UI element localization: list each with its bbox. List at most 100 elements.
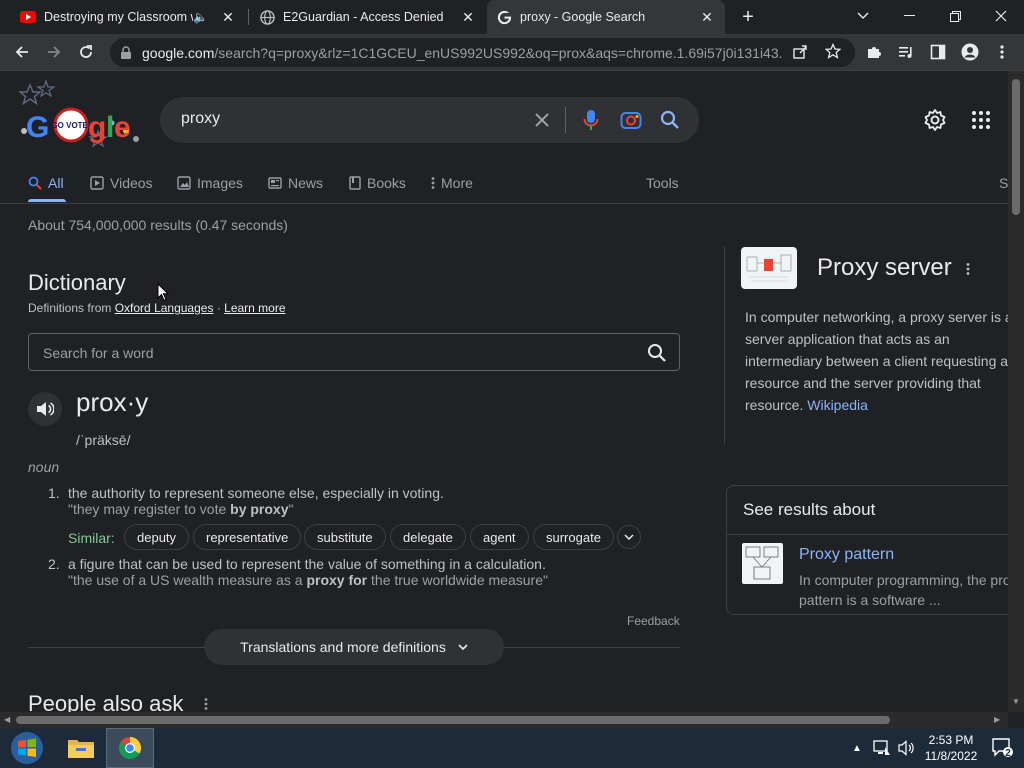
tab-books[interactable]: Books	[349, 173, 406, 193]
profile-avatar-icon[interactable]	[956, 38, 984, 66]
action-center-icon[interactable]: 2	[990, 728, 1016, 768]
definition-text: a figure that can be used to represent t…	[68, 556, 546, 572]
horizontal-scroll-thumb[interactable]	[16, 716, 890, 724]
pronunciation-speaker-button[interactable]	[28, 392, 62, 426]
tab-news[interactable]: News	[268, 173, 323, 193]
extensions-puzzle-icon[interactable]	[860, 38, 888, 66]
tab-images[interactable]: Images	[177, 173, 243, 193]
lens-camera-icon[interactable]	[619, 108, 643, 132]
address-bar[interactable]: google.com/search?q=proxy&rlz=1C1GCEU_en…	[110, 38, 855, 67]
knowledge-panel-title: Proxy server	[817, 254, 952, 281]
example-bold: by proxy	[230, 501, 289, 517]
system-clock[interactable]: 2:53 PM 11/8/2022	[918, 732, 984, 764]
definition-text: the authority to represent someone else,…	[68, 485, 444, 501]
learn-more-link[interactable]: Learn more	[224, 301, 285, 315]
lock-icon[interactable]	[120, 45, 132, 60]
scroll-left-arrow-icon[interactable]: ◀	[4, 715, 10, 724]
safesearch-button[interactable]: S	[999, 173, 1008, 193]
dictionary-source: Definitions from Oxford Languages · Lear…	[28, 301, 286, 315]
reload-button[interactable]	[72, 38, 100, 66]
tab-label: Books	[367, 175, 406, 191]
chrome-taskbar-button[interactable]	[106, 728, 154, 768]
translations-more-definitions-button[interactable]: Translations and more definitions	[204, 629, 504, 665]
tab-more[interactable]: More	[431, 173, 473, 193]
file-explorer-taskbar-button[interactable]	[58, 728, 104, 768]
definition-example: "the use of a US wealth measure as a pro…	[68, 572, 548, 588]
horizontal-scrollbar[interactable]: ◀ ▶	[0, 712, 1008, 728]
similar-chip[interactable]: agent	[470, 524, 529, 550]
scroll-down-arrow-icon[interactable]: ▼	[1012, 697, 1020, 706]
share-icon[interactable]	[792, 44, 808, 65]
tab-label: More	[441, 175, 473, 191]
definitions-from-text: Definitions from	[28, 301, 112, 315]
network-icon[interactable]	[872, 728, 892, 768]
similar-chip[interactable]: surrogate	[533, 524, 614, 550]
tab-e2guardian[interactable]: E2Guardian - Access Denied ✕	[250, 0, 486, 34]
close-tab-icon[interactable]: ✕	[460, 9, 476, 26]
speaker-icon[interactable]: 🔈	[193, 10, 208, 24]
close-tab-icon[interactable]: ✕	[220, 9, 236, 26]
example-text: "	[288, 501, 294, 517]
side-panel-icon[interactable]	[924, 38, 952, 66]
restore-button[interactable]	[932, 0, 978, 32]
header-divider	[0, 203, 1008, 204]
card-divider	[727, 534, 1008, 535]
tab-youtube[interactable]: Destroying my Classroom wi 🔈 ✕	[10, 0, 246, 34]
url-host: google.com	[142, 44, 215, 61]
google-doodle-logo[interactable]: G GO VOTE! g l e	[16, 79, 142, 157]
windows-logo-icon	[11, 732, 43, 764]
tools-button[interactable]: Tools	[646, 173, 679, 193]
similar-chip[interactable]: deputy	[124, 524, 190, 550]
word-search-input[interactable]: Search for a word	[28, 333, 680, 371]
mouse-cursor-icon	[157, 283, 169, 302]
tab-google-search[interactable]: proxy - Google Search ✕	[487, 0, 725, 34]
knowledge-panel-description: In computer networking, a proxy server i…	[745, 306, 1008, 416]
more-vert-icon[interactable]	[966, 262, 970, 281]
scroll-right-arrow-icon[interactable]: ▶	[994, 715, 1000, 724]
vertical-scrollbar[interactable]: ▼	[1008, 71, 1024, 712]
close-tab-icon[interactable]: ✕	[699, 9, 715, 26]
oxford-languages-link[interactable]: Oxford Languages	[115, 301, 214, 315]
forward-button[interactable]	[40, 38, 68, 66]
tab-label: Images	[197, 175, 243, 191]
bookmark-star-icon[interactable]	[824, 42, 842, 64]
new-tab-button[interactable]: +	[734, 3, 762, 31]
clear-search-icon[interactable]	[530, 108, 554, 132]
voice-search-icon[interactable]	[579, 108, 603, 132]
google-apps-grid-icon[interactable]	[971, 110, 991, 130]
search-submit-icon[interactable]	[658, 108, 682, 132]
example-text: "they may register to vote	[68, 501, 231, 517]
proxy-pattern-link[interactable]: Proxy pattern	[799, 546, 894, 564]
volume-icon[interactable]	[897, 728, 917, 768]
image-icon	[177, 176, 191, 190]
chrome-menu-icon[interactable]	[988, 38, 1016, 66]
word-search-icon[interactable]	[647, 343, 667, 363]
close-window-button[interactable]	[978, 0, 1024, 32]
search-query[interactable]: proxy	[181, 110, 220, 128]
search-box[interactable]: proxy	[160, 97, 699, 143]
start-button[interactable]	[4, 728, 50, 768]
similar-chip[interactable]: delegate	[390, 524, 466, 550]
word-search-placeholder: Search for a word	[43, 345, 154, 361]
settings-gear-icon[interactable]	[923, 108, 947, 132]
tab-search-icon[interactable]	[840, 0, 886, 32]
tab-label: News	[288, 175, 324, 191]
media-queue-icon[interactable]	[892, 38, 920, 66]
vertical-scroll-thumb[interactable]	[1012, 79, 1020, 215]
panel-divider	[724, 246, 725, 444]
tab-videos[interactable]: Videos	[90, 173, 153, 193]
safesearch-label: S	[999, 175, 1008, 191]
feedback-link[interactable]: Feedback	[627, 614, 680, 628]
more-vert-icon[interactable]	[204, 697, 208, 712]
back-button[interactable]	[8, 38, 36, 66]
similar-chip[interactable]: representative	[193, 524, 302, 550]
chevron-down-icon[interactable]	[617, 525, 641, 549]
wikipedia-link[interactable]: Wikipedia	[807, 397, 868, 413]
proxy-pattern-thumbnail[interactable]	[742, 543, 783, 584]
similar-chip[interactable]: substitute	[304, 524, 386, 550]
tab-separator	[248, 9, 249, 25]
minimize-button[interactable]	[886, 0, 932, 32]
tab-all[interactable]: All	[28, 173, 64, 193]
show-hidden-icons-button[interactable]: ▲	[850, 728, 864, 768]
proxy-server-diagram-thumbnail[interactable]	[741, 247, 797, 289]
